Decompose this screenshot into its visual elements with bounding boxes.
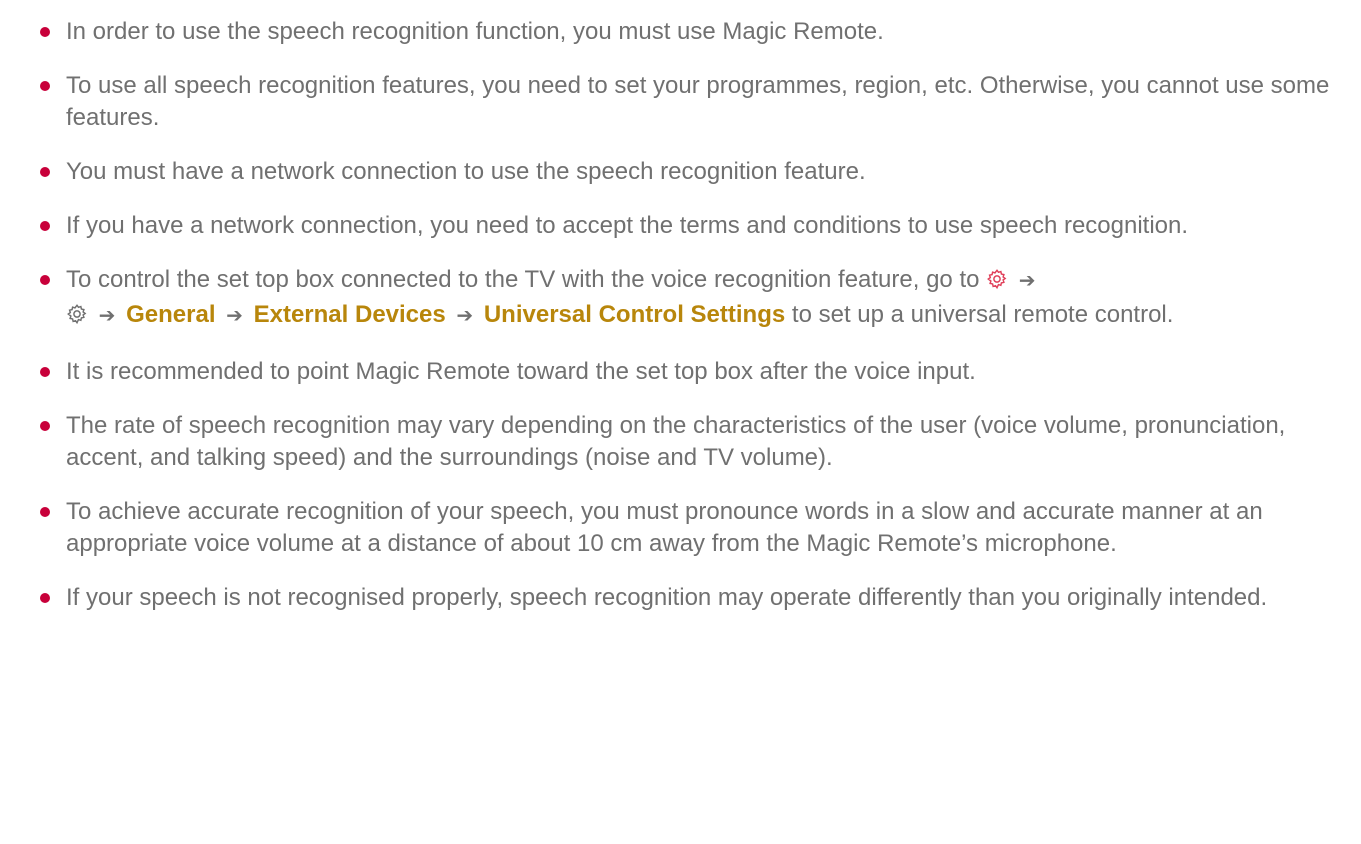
bullet-dot [40,593,50,603]
bullet-dot [40,275,50,285]
bullet-dot [40,421,50,431]
bullet-dot [40,81,50,91]
note-text: In order to use the speech recognition f… [66,18,884,45]
notes-list: In order to use the speech recognition f… [40,16,1341,614]
note-text: It is recommended to point Magic Remote … [66,358,976,385]
note-item: To achieve accurate recognition of your … [40,496,1341,560]
note-text: The rate of speech recognition may vary … [66,412,1286,471]
note-item: It is recommended to point Magic Remote … [40,356,1341,388]
note-item: The rate of speech recognition may vary … [40,410,1341,474]
note-text-outro: to set up a universal remote control. [791,301,1174,328]
note-item: In order to use the speech recognition f… [40,16,1341,48]
menu-path-universal-control-settings: Universal Control Settings [483,301,786,328]
note-item: If you have a network connection, you ne… [40,210,1341,242]
bullet-dot [40,167,50,177]
note-text: If you have a network connection, you ne… [66,212,1189,239]
settings-gear-icon [986,267,1008,299]
note-item-settings-path: To control the set top box connected to … [40,264,1341,334]
note-item: You must have a network connection to us… [40,156,1341,188]
menu-path-external-devices: External Devices [253,301,446,328]
note-text: To use all speech recognition features, … [66,72,1330,131]
note-text-intro: To control the set top box connected to … [66,266,980,293]
bullet-dot [40,367,50,377]
bullet-dot [40,221,50,231]
bullet-dot [40,507,50,517]
arrow-right-icon: ➔ [98,305,116,327]
note-item: To use all speech recognition features, … [40,70,1341,134]
bullet-dot [40,27,50,37]
note-item: If your speech is not recognised properl… [40,582,1341,614]
menu-path-general: General [126,301,216,328]
arrow-right-icon: ➔ [226,305,243,327]
arrow-right-icon: ➔ [1018,270,1036,292]
arrow-right-icon: ➔ [456,305,474,327]
note-text: If your speech is not recognised properl… [66,584,1268,611]
note-text: To achieve accurate recognition of your … [66,498,1263,557]
note-text: You must have a network connection to us… [66,158,866,185]
help-page: In order to use the speech recognition f… [0,0,1361,844]
settings-gear-icon [66,302,88,334]
